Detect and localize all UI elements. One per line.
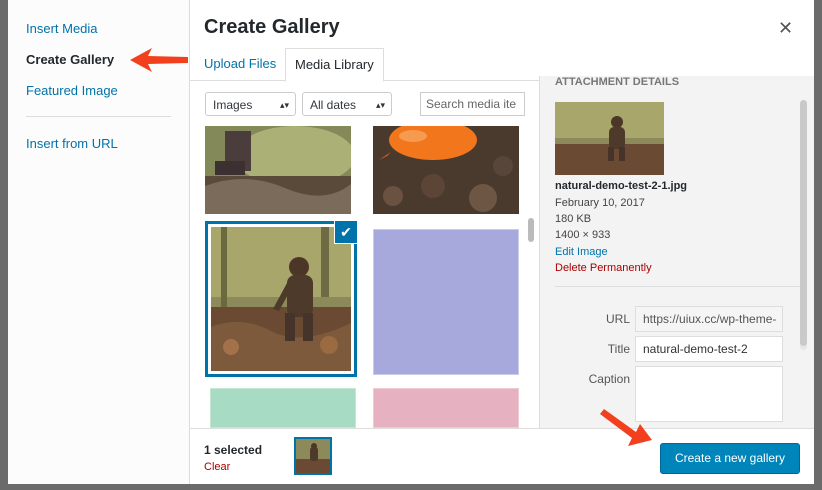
- url-label: URL: [605, 312, 630, 326]
- attachment-details: ATTACHMENT DETAILS natural-demo-test-2-1…: [539, 76, 814, 428]
- details-divider: [555, 286, 800, 287]
- menu-item-featured-image[interactable]: Featured Image: [26, 83, 118, 98]
- title-field[interactable]: natural-demo-test-2: [635, 336, 783, 362]
- chevron-updown-icon: ▴▾: [375, 100, 385, 110]
- bigfoot-image: [211, 227, 351, 371]
- url-field[interactable]: https://uiux.cc/wp-theme-: [635, 306, 783, 332]
- modal-title: Create Gallery: [204, 16, 340, 38]
- details-dimensions: 1400 × 933: [555, 229, 611, 241]
- grid-scrollbar[interactable]: [528, 218, 534, 242]
- search-placeholder: Search media ite: [426, 97, 517, 111]
- details-date: February 10, 2017: [555, 197, 645, 209]
- attachment-thumb[interactable]: [373, 126, 519, 214]
- bigfoot-thumbnail-image: [555, 102, 664, 175]
- clear-selection-link[interactable]: Clear: [204, 461, 230, 473]
- details-size: 180 KB: [555, 213, 592, 225]
- attachment-thumb[interactable]: [373, 388, 519, 428]
- details-heading: ATTACHMENT DETAILS: [555, 76, 680, 88]
- filter-type-select[interactable]: Images ▴▾: [205, 92, 296, 116]
- pointer-arrow-icon: [130, 48, 188, 72]
- pointer-arrow-icon: [600, 409, 652, 446]
- forest-image: [205, 126, 355, 214]
- details-thumbnail: [555, 102, 664, 175]
- media-toolbar-footer: 1 selected Clear Create a new gallery: [190, 428, 814, 484]
- details-scrollbar[interactable]: [800, 100, 807, 346]
- delete-permanently-link[interactable]: Delete Permanently: [555, 262, 652, 274]
- filter-date-select[interactable]: All dates ▴▾: [302, 92, 392, 116]
- menu-separator: [26, 116, 171, 117]
- details-filename: natural-demo-test-2-1.jpg: [555, 180, 688, 192]
- attachments-grid: ✔: [190, 126, 536, 428]
- tab-upload-files[interactable]: Upload Files: [195, 48, 285, 80]
- attachment-thumb[interactable]: [373, 229, 519, 375]
- bigfoot-mini-image: [296, 439, 330, 473]
- create-gallery-button[interactable]: Create a new gallery: [660, 443, 800, 474]
- menu-item-insert-from-url[interactable]: Insert from URL: [26, 136, 118, 151]
- edit-image-link[interactable]: Edit Image: [555, 246, 608, 258]
- attachment-thumb[interactable]: [205, 126, 355, 214]
- chevron-updown-icon: ▴▾: [279, 100, 289, 110]
- tab-media-library[interactable]: Media Library: [285, 48, 384, 82]
- caption-textarea[interactable]: [635, 366, 783, 422]
- caption-label: Caption: [588, 372, 630, 386]
- close-icon[interactable]: ✕: [778, 18, 793, 39]
- selected-count: 1 selected: [204, 443, 263, 457]
- leaves-balloon-image: [373, 126, 519, 214]
- attachment-thumb-selected[interactable]: ✔: [205, 220, 358, 377]
- menu-item-create-gallery[interactable]: Create Gallery: [26, 52, 114, 67]
- selected-check-icon[interactable]: ✔: [334, 220, 358, 244]
- search-input[interactable]: Search media ite: [420, 92, 525, 116]
- menu-item-insert-media[interactable]: Insert Media: [26, 21, 98, 36]
- filter-type-value: Images: [213, 98, 253, 112]
- filter-date-value: All dates: [310, 98, 357, 112]
- selection-thumbnail[interactable]: [294, 437, 332, 475]
- attachment-thumb[interactable]: [210, 388, 356, 428]
- title-label: Title: [607, 342, 630, 356]
